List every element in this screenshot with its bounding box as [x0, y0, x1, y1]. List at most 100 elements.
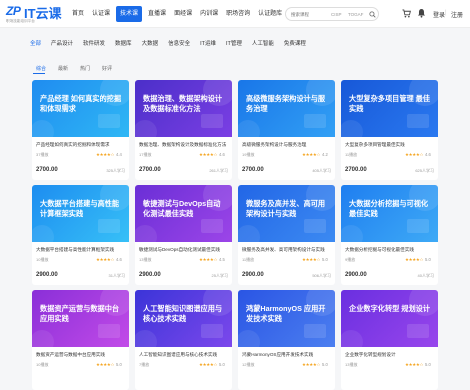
course-thumbnail[interactable]: 产品经理 如何真实的挖掘和体现需求 [32, 80, 129, 137]
thumbnail-title: 数据资产运营与数据中台应用实践 [40, 304, 120, 323]
search-tag-cisp[interactable]: CISP [331, 12, 342, 17]
course-title[interactable]: 产品经理如何真实的挖掘和体现需求 [36, 142, 126, 148]
course-thumbnail[interactable]: 大型复杂多项目管理 最佳实践 [341, 80, 438, 137]
sort-tab[interactable]: 最新 [58, 65, 68, 72]
course-price: 2900.00 [242, 272, 264, 278]
nav-item[interactable]: 技术课 [116, 6, 143, 22]
thumbnail-title: 鸿蒙HarmonyOS 应用开发技术实践 [246, 304, 326, 323]
rating-score: 5.0 [425, 362, 431, 367]
login-link[interactable]: 登录 [433, 10, 445, 19]
nav-item[interactable]: 面经课 [170, 0, 196, 28]
category-item[interactable]: IT运维 [200, 39, 216, 49]
course-title[interactable]: 人工智能知识图谱应用与核心技术实践 [139, 352, 229, 358]
course-thumbnail[interactable]: 人工智能知识图谱应用与核心技术实践 [135, 290, 232, 347]
play-count: 7播放 [139, 362, 150, 367]
sort-tab[interactable]: 热门 [80, 65, 90, 72]
course-price: 2900.00 [36, 272, 58, 278]
rating-score: 5.0 [322, 362, 328, 367]
course-title[interactable]: 数据治理、数据架构设计及数据标准化方法 [139, 142, 229, 148]
star-rating: ★★★★☆ [199, 151, 218, 157]
course-card[interactable]: 大数据分析挖掘与可视化最佳实践 大数据分析挖掘与可视化最佳实践 9播放 ★★★★☆ 5.… [341, 185, 438, 285]
course-thumbnail[interactable]: 微服务及高并发、高可用架构设计与实践 [238, 185, 335, 242]
rating-score: 4.2 [322, 152, 328, 157]
course-thumbnail[interactable]: 数据治理、数据架构设计及数据标准化方法 [135, 80, 232, 137]
thumbnail-title: 大型复杂多项目管理 最佳实践 [349, 94, 431, 113]
course-card[interactable]: 微服务及高并发、高可用架构设计与实践 微服务及高并发、高可用架构设计与实践 11播放… [238, 185, 335, 285]
course-card[interactable]: 敏捷测试与DevOps自动化测试最佳实践 敏捷测试与DevOps自动化测试最佳实践… [135, 185, 232, 285]
category-item[interactable]: 产品设计 [51, 39, 73, 49]
course-thumbnail[interactable]: 数据资产运营与数据中台应用实践 [32, 290, 129, 347]
star-rating: ★★★★☆ [405, 151, 424, 157]
course-title[interactable]: 鸿蒙HarmonyOS应用开发技术实践 [242, 352, 332, 358]
category-item[interactable]: 全部 [30, 39, 41, 49]
course-meta: 37播放 ★★★★☆ 4.4 [36, 152, 126, 158]
play-count: 37播放 [36, 152, 49, 157]
thumbnail-title: 企业数字化转型 规划设计 [349, 304, 431, 313]
course-meta: 13播放 ★★★★☆ 5.0 [345, 362, 435, 368]
course-title[interactable]: 大数据平台搭建与高性能计算框架实践 [36, 247, 126, 253]
category-item[interactable]: 软件研发 [83, 39, 105, 49]
course-thumbnail[interactable]: 敏捷测试与DevOps自动化测试最佳实践 [135, 185, 232, 242]
course-card[interactable]: 大数据平台搭建与高性能计算框架实践 大数据平台搭建与高性能计算框架实践 10播放 ★★… [32, 185, 129, 285]
nav-item[interactable]: 认证课 [88, 0, 114, 28]
rating-score: 4.6 [116, 257, 122, 262]
sort-tabs: 综合 最新 热门 好评 [36, 65, 124, 72]
course-card[interactable]: 数据治理、数据架构设计及数据标准化方法 数据治理、数据架构设计及数据标准化方法 17… [135, 80, 232, 180]
course-meta: 7播放 ★★★★☆ 5.0 [139, 362, 229, 368]
course-card[interactable]: 人工智能知识图谱应用与核心技术实践 人工智能知识图谱应用与核心技术实践 7播放 ★★★… [135, 290, 232, 390]
category-item[interactable]: 数据库 [115, 39, 132, 49]
course-title[interactable]: 微服务及高并发、高可用架构设计与实践 [242, 247, 332, 253]
course-title[interactable]: 大数据分析挖掘与可视化最佳实践 [345, 247, 435, 253]
search-input[interactable] [291, 10, 331, 19]
course-title[interactable]: 高级微服务架构设计与服务治理 [242, 142, 332, 148]
learner-count: 25人学习 [211, 273, 228, 278]
sort-tab[interactable]: 好评 [102, 65, 112, 72]
course-meta: 9播放 ★★★★☆ 5.0 [345, 257, 435, 263]
sort-tab[interactable]: 综合 [36, 65, 46, 72]
thumbnail-title: 微服务及高并发、高可用架构设计与实践 [246, 199, 326, 218]
bell-icon[interactable] [417, 8, 426, 18]
course-thumbnail[interactable]: 企业数字化转型 规划设计 [341, 290, 438, 347]
search-box: CISP TOGAF [285, 7, 379, 21]
course-card[interactable]: 企业数字化转型 规划设计 企业数字化转型规划设计 13播放 ★★★★☆ 5.0 [341, 290, 438, 390]
nav-item[interactable]: 内训课 [196, 0, 222, 28]
search-tag-togaf[interactable]: TOGAF [348, 12, 363, 17]
play-count: 11播放 [242, 257, 255, 262]
nav-item[interactable]: 认证题库 [254, 0, 286, 28]
course-thumbnail[interactable]: 大数据分析挖掘与可视化最佳实践 [341, 185, 438, 242]
register-link[interactable]: 注册 [451, 10, 463, 19]
course-card[interactable]: 大型复杂多项目管理 最佳实践 大型复杂多项目管理最佳实践 11播放 ★★★★☆ 4.6 2… [341, 80, 438, 180]
course-title[interactable]: 敏捷测试与DevOps自动化测试最佳实践 [139, 247, 229, 253]
course-thumbnail[interactable]: 大数据平台搭建与高性能计算框架实践 [32, 185, 129, 242]
course-thumbnail[interactable]: 高级微服务架构设计与服务治理 [238, 80, 335, 137]
course-title[interactable]: 企业数字化转型规划设计 [345, 352, 435, 358]
course-thumbnail[interactable]: 鸿蒙HarmonyOS 应用开发技术实践 [238, 290, 335, 347]
star-rating: ★★★★☆ [302, 361, 321, 367]
nav-item[interactable]: 首页 [68, 0, 88, 28]
rating-score: 4.6 [425, 152, 431, 157]
star-rating: ★★★★☆ [199, 361, 218, 367]
course-title[interactable]: 数据资产运营与数据中台应用实践 [36, 352, 126, 358]
learner-count: 506人学习 [312, 273, 331, 278]
nav-item[interactable]: 直播课 [144, 0, 170, 28]
course-price: 2900.00 [139, 272, 161, 278]
category-item[interactable]: 免费课程 [284, 39, 306, 49]
cart-icon[interactable] [402, 9, 411, 18]
course-title[interactable]: 大型复杂多项目管理最佳实践 [345, 142, 435, 148]
category-item[interactable]: 信息安全 [168, 39, 190, 49]
course-card[interactable]: 鸿蒙HarmonyOS 应用开发技术实践 鸿蒙HarmonyOS应用开发技术实践 1… [238, 290, 335, 390]
logo[interactable]: ZP IT云课 职场技能培训平台 [6, 3, 68, 25]
category-item[interactable]: 大数据 [142, 39, 159, 49]
course-card[interactable]: 高级微服务架构设计与服务治理 高级微服务架构设计与服务治理 19播放 ★★★★☆ 4.2… [238, 80, 335, 180]
star-rating: ★★★★☆ [405, 361, 424, 367]
search-icon[interactable] [369, 11, 376, 18]
learner-count: 625人学习 [415, 168, 434, 173]
category-item[interactable]: IT管理 [226, 39, 242, 49]
rating-score: 5.0 [322, 257, 328, 262]
rating-score: 5.0 [425, 257, 431, 262]
course-card[interactable]: 数据资产运营与数据中台应用实践 数据资产运营与数据中台应用实践 10播放 ★★★★☆ 5… [32, 290, 129, 390]
course-card[interactable]: 产品经理 如何真实的挖掘和体现需求产品经理如何真实的挖掘和体现需求 37播放 ★★★… [32, 80, 129, 180]
category-item[interactable]: 人工智能 [252, 39, 274, 49]
course-meta: 17播放 ★★★★☆ 4.6 [139, 152, 229, 158]
nav-item[interactable]: 职场咨询 [222, 0, 254, 28]
